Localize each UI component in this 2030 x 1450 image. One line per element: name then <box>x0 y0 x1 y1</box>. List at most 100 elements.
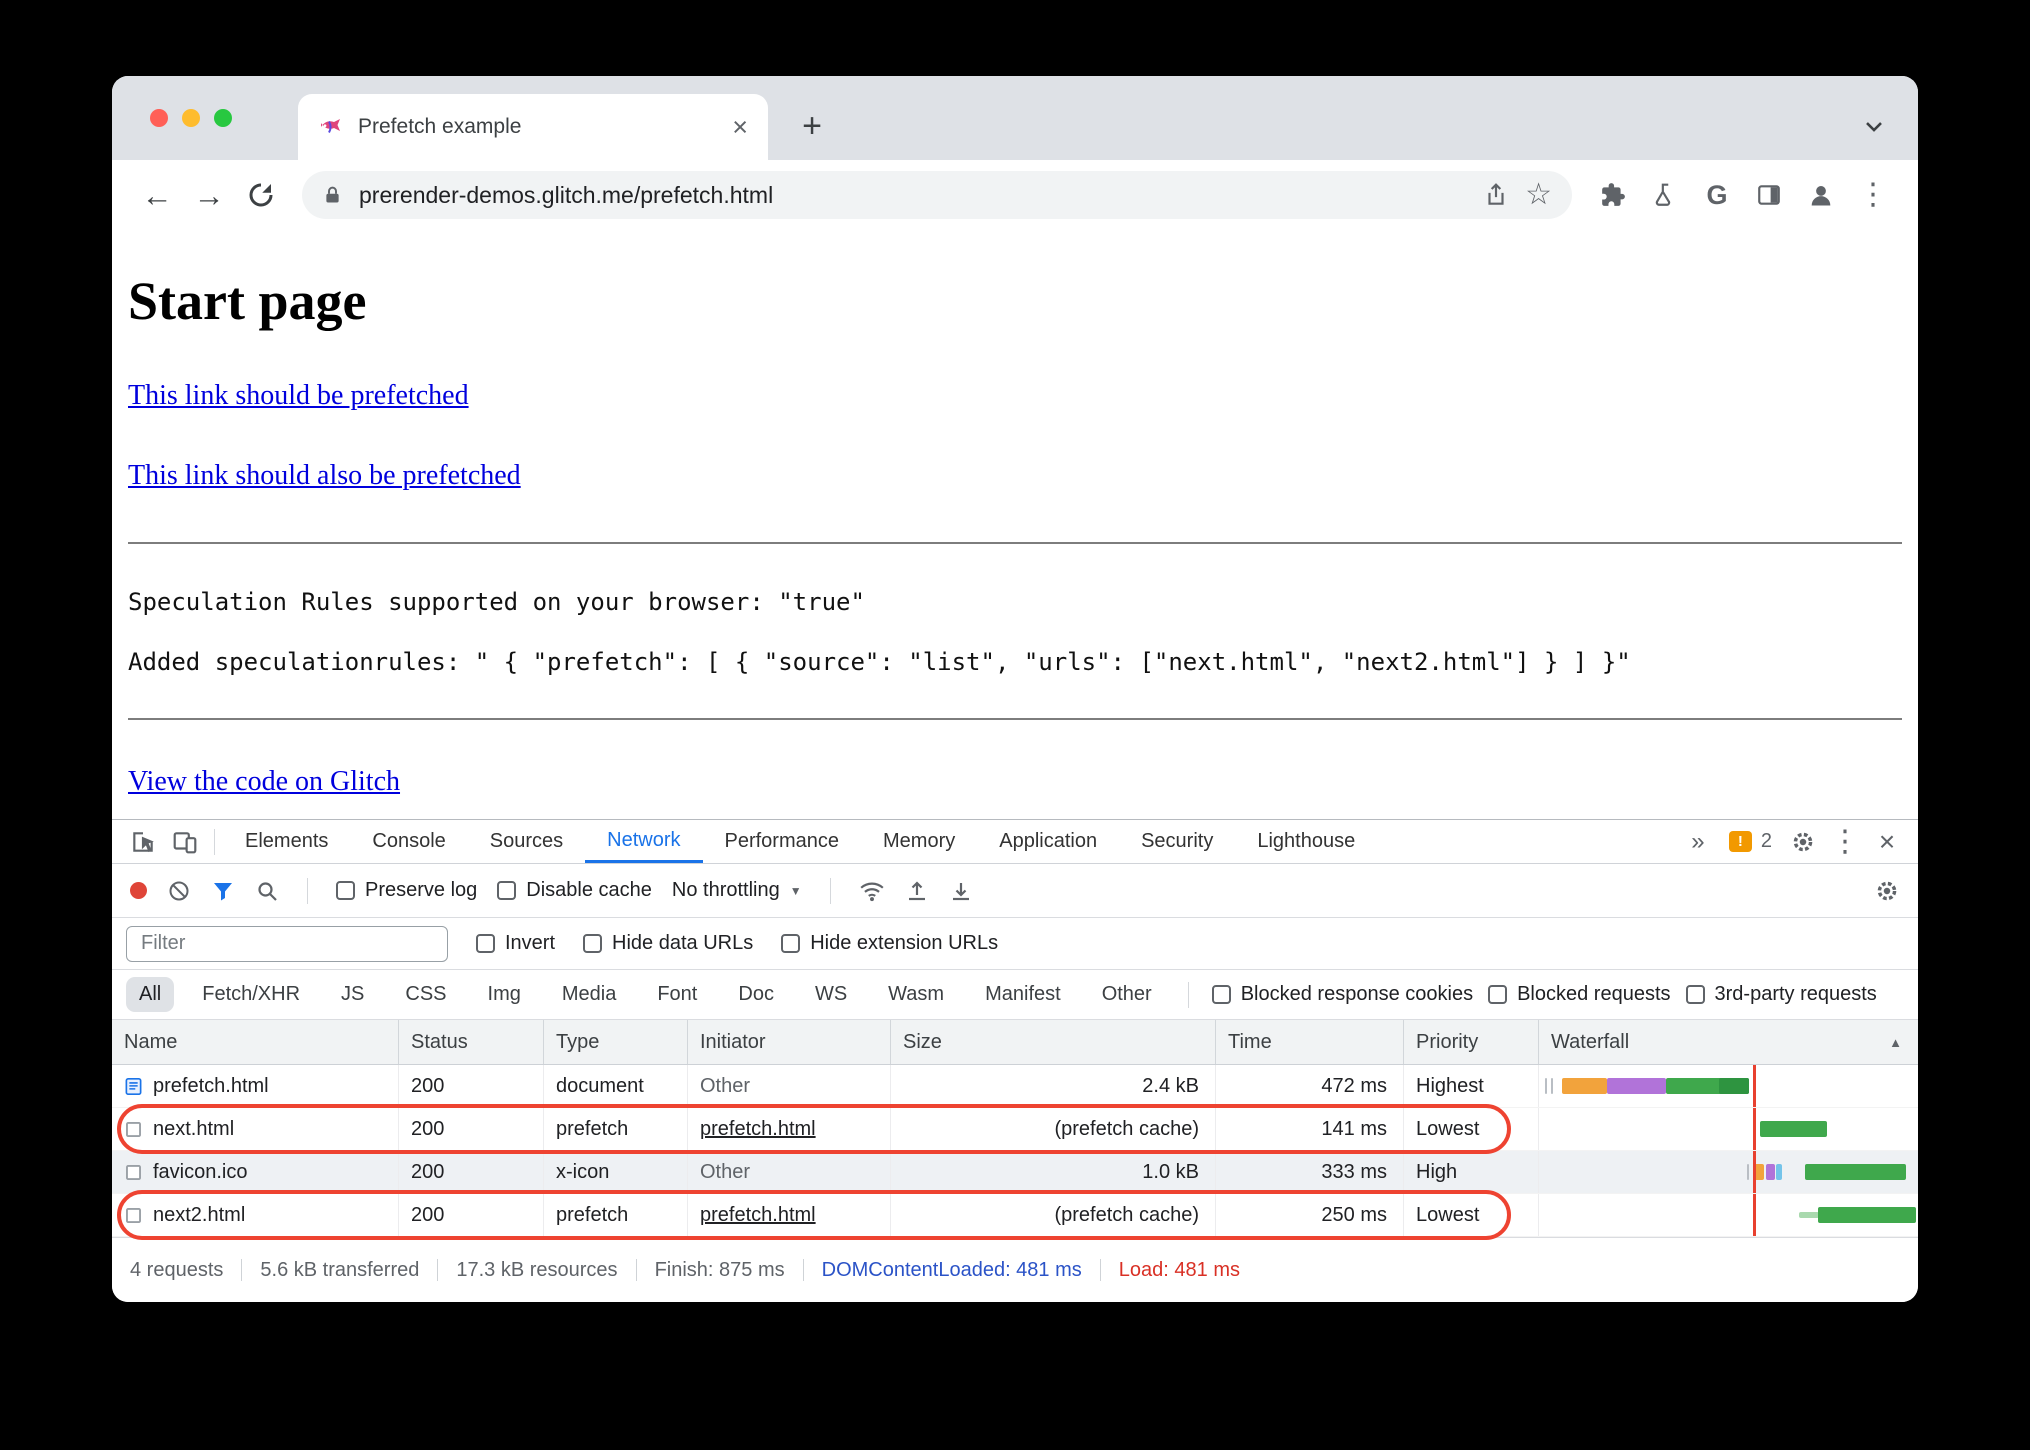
disable-cache-checkbox[interactable]: Disable cache <box>497 879 652 902</box>
glitch-code-link[interactable]: View the code on Glitch <box>128 766 400 797</box>
record-network-log-button[interactable] <box>130 882 147 899</box>
hide-extension-urls-checkbox[interactable]: Hide extension URLs <box>781 932 998 955</box>
summary-domcontentloaded: DOMContentLoaded: 481 ms <box>821 1258 1082 1281</box>
type-filter-other[interactable]: Other <box>1089 977 1165 1012</box>
type-filter-img[interactable]: Img <box>475 977 534 1012</box>
devtools-tab-performance[interactable]: Performance <box>703 820 862 863</box>
profile-avatar-icon[interactable] <box>1798 181 1844 209</box>
minimize-window-button[interactable] <box>182 109 200 127</box>
devtools-tab-sources[interactable]: Sources <box>468 820 585 863</box>
devtools-tab-console[interactable]: Console <box>350 820 467 863</box>
column-header-waterfall[interactable]: Waterfall ▲ <box>1539 1020 1918 1064</box>
column-header-time[interactable]: Time <box>1216 1020 1404 1064</box>
devtools-tab-network[interactable]: Network <box>585 820 703 863</box>
column-header-priority[interactable]: Priority <box>1404 1020 1539 1064</box>
preserve-log-checkbox[interactable]: Preserve log <box>336 879 477 902</box>
type-filter-wasm[interactable]: Wasm <box>875 977 957 1012</box>
devtools-close-icon[interactable]: × <box>1866 826 1908 858</box>
tab-close-icon[interactable]: × <box>732 113 748 141</box>
column-header-type[interactable]: Type <box>544 1020 688 1064</box>
clear-network-log-icon[interactable] <box>167 879 191 903</box>
request-row-next-html[interactable]: next.html 200 prefetch prefetch.html (pr… <box>112 1108 1918 1151</box>
checkbox-box <box>1685 985 1705 1004</box>
forward-button[interactable]: → <box>186 180 232 211</box>
request-name: next2.html <box>153 1203 246 1226</box>
devtools-menu-icon[interactable]: ⋮ <box>1824 826 1866 857</box>
type-filter-css[interactable]: CSS <box>392 977 459 1012</box>
hide-data-urls-checkbox[interactable]: Hide data URLs <box>583 932 753 955</box>
back-button[interactable]: ← <box>134 180 180 211</box>
sort-ascending-icon: ▲ <box>1889 1034 1902 1050</box>
browser-tab[interactable]: Prefetch example × <box>298 94 768 160</box>
waterfall-segment <box>1817 1207 1917 1223</box>
request-row-next2-html[interactable]: next2.html 200 prefetch prefetch.html (p… <box>112 1194 1918 1237</box>
share-icon[interactable] <box>1483 182 1509 208</box>
waterfall-segment <box>1805 1164 1907 1180</box>
request-row-prefetch-html[interactable]: prefetch.html 200 document Other 2.4 kB … <box>112 1065 1918 1108</box>
divider <box>214 828 215 855</box>
browser-menu-icon[interactable]: ⋮ <box>1850 180 1896 210</box>
waterfall-cell <box>1539 1194 1918 1236</box>
request-name: next.html <box>153 1117 235 1140</box>
search-icon[interactable] <box>255 879 279 903</box>
export-har-icon[interactable] <box>949 879 973 903</box>
inspect-element-icon[interactable] <box>122 829 164 855</box>
request-size: 1.0 kB <box>891 1151 1216 1193</box>
reload-button[interactable] <box>238 180 284 210</box>
page-heading: Start page <box>128 271 367 331</box>
devtools-settings-gear-icon[interactable] <box>1782 829 1824 855</box>
content-divider-bottom <box>128 718 1902 720</box>
third-party-requests-checkbox[interactable]: 3rd-party requests <box>1685 983 1877 1006</box>
address-bar[interactable]: prerender-demos.glitch.me/prefetch.html … <box>302 171 1572 219</box>
zoom-window-button[interactable] <box>214 109 232 127</box>
network-settings-gear-icon[interactable] <box>1874 878 1900 904</box>
blocked-response-cookies-checkbox[interactable]: Blocked response cookies <box>1211 983 1473 1006</box>
type-filter-js[interactable]: JS <box>328 977 377 1012</box>
devtools-tab-memory[interactable]: Memory <box>861 820 977 863</box>
column-header-size[interactable]: Size <box>891 1020 1216 1064</box>
waterfall-segment <box>1746 1164 1750 1180</box>
type-filter-all[interactable]: All <box>126 977 175 1012</box>
new-tab-button[interactable]: + <box>790 104 834 148</box>
prefetch-link-2[interactable]: This link should also be prefetched <box>128 460 521 491</box>
issues-badge[interactable]: ! 2 <box>1719 830 1782 853</box>
side-panel-icon[interactable] <box>1746 182 1792 208</box>
throttling-select[interactable]: No throttling ▼ <box>672 879 802 902</box>
devtools-tab-security[interactable]: Security <box>1119 820 1235 863</box>
column-header-initiator[interactable]: Initiator <box>688 1020 891 1064</box>
request-initiator-link[interactable]: prefetch.html <box>700 1118 816 1141</box>
more-tabs-icon[interactable]: » <box>1677 828 1719 856</box>
bookmark-star-icon[interactable]: ☆ <box>1525 180 1552 210</box>
request-row-favicon-ico[interactable]: favicon.ico 200 x-icon Other 1.0 kB 333 … <box>112 1151 1918 1194</box>
type-filter-doc[interactable]: Doc <box>725 977 787 1012</box>
file-icon <box>124 1163 143 1182</box>
network-conditions-icon[interactable] <box>859 878 885 904</box>
column-header-name[interactable]: Name <box>112 1020 399 1064</box>
filter-input[interactable] <box>126 925 448 962</box>
type-filter-media[interactable]: Media <box>549 977 629 1012</box>
blocked-requests-checkbox[interactable]: Blocked requests <box>1488 983 1671 1006</box>
hide-extension-urls-label: Hide extension URLs <box>810 932 999 954</box>
column-header-status[interactable]: Status <box>399 1020 544 1064</box>
waterfall-segment <box>1607 1078 1666 1094</box>
filter-funnel-icon[interactable] <box>211 879 235 903</box>
tab-search-chevron-icon[interactable] <box>1860 112 1888 140</box>
request-initiator-link[interactable]: prefetch.html <box>700 1204 816 1227</box>
extensions-puzzle-icon[interactable] <box>1590 182 1636 208</box>
devtools-tab-application[interactable]: Application <box>977 820 1119 863</box>
labs-flask-icon[interactable] <box>1642 182 1688 208</box>
request-status: 200 <box>399 1108 544 1150</box>
network-table-header: Name Status Type Initiator Size Time Pri… <box>112 1020 1918 1065</box>
devtools-tab-lighthouse[interactable]: Lighthouse <box>1235 820 1377 863</box>
close-window-button[interactable] <box>150 109 168 127</box>
prefetch-link-1[interactable]: This link should be prefetched <box>128 380 469 411</box>
type-filter-font[interactable]: Font <box>644 977 710 1012</box>
device-toolbar-icon[interactable] <box>164 829 206 855</box>
invert-checkbox[interactable]: Invert <box>476 932 555 955</box>
import-har-icon[interactable] <box>905 879 929 903</box>
type-filter-manifest[interactable]: Manifest <box>972 977 1074 1012</box>
type-filter-fetch-xhr[interactable]: Fetch/XHR <box>189 977 313 1012</box>
google-extension-icon[interactable]: G <box>1694 180 1740 211</box>
devtools-tab-elements[interactable]: Elements <box>223 820 350 863</box>
type-filter-ws[interactable]: WS <box>802 977 860 1012</box>
